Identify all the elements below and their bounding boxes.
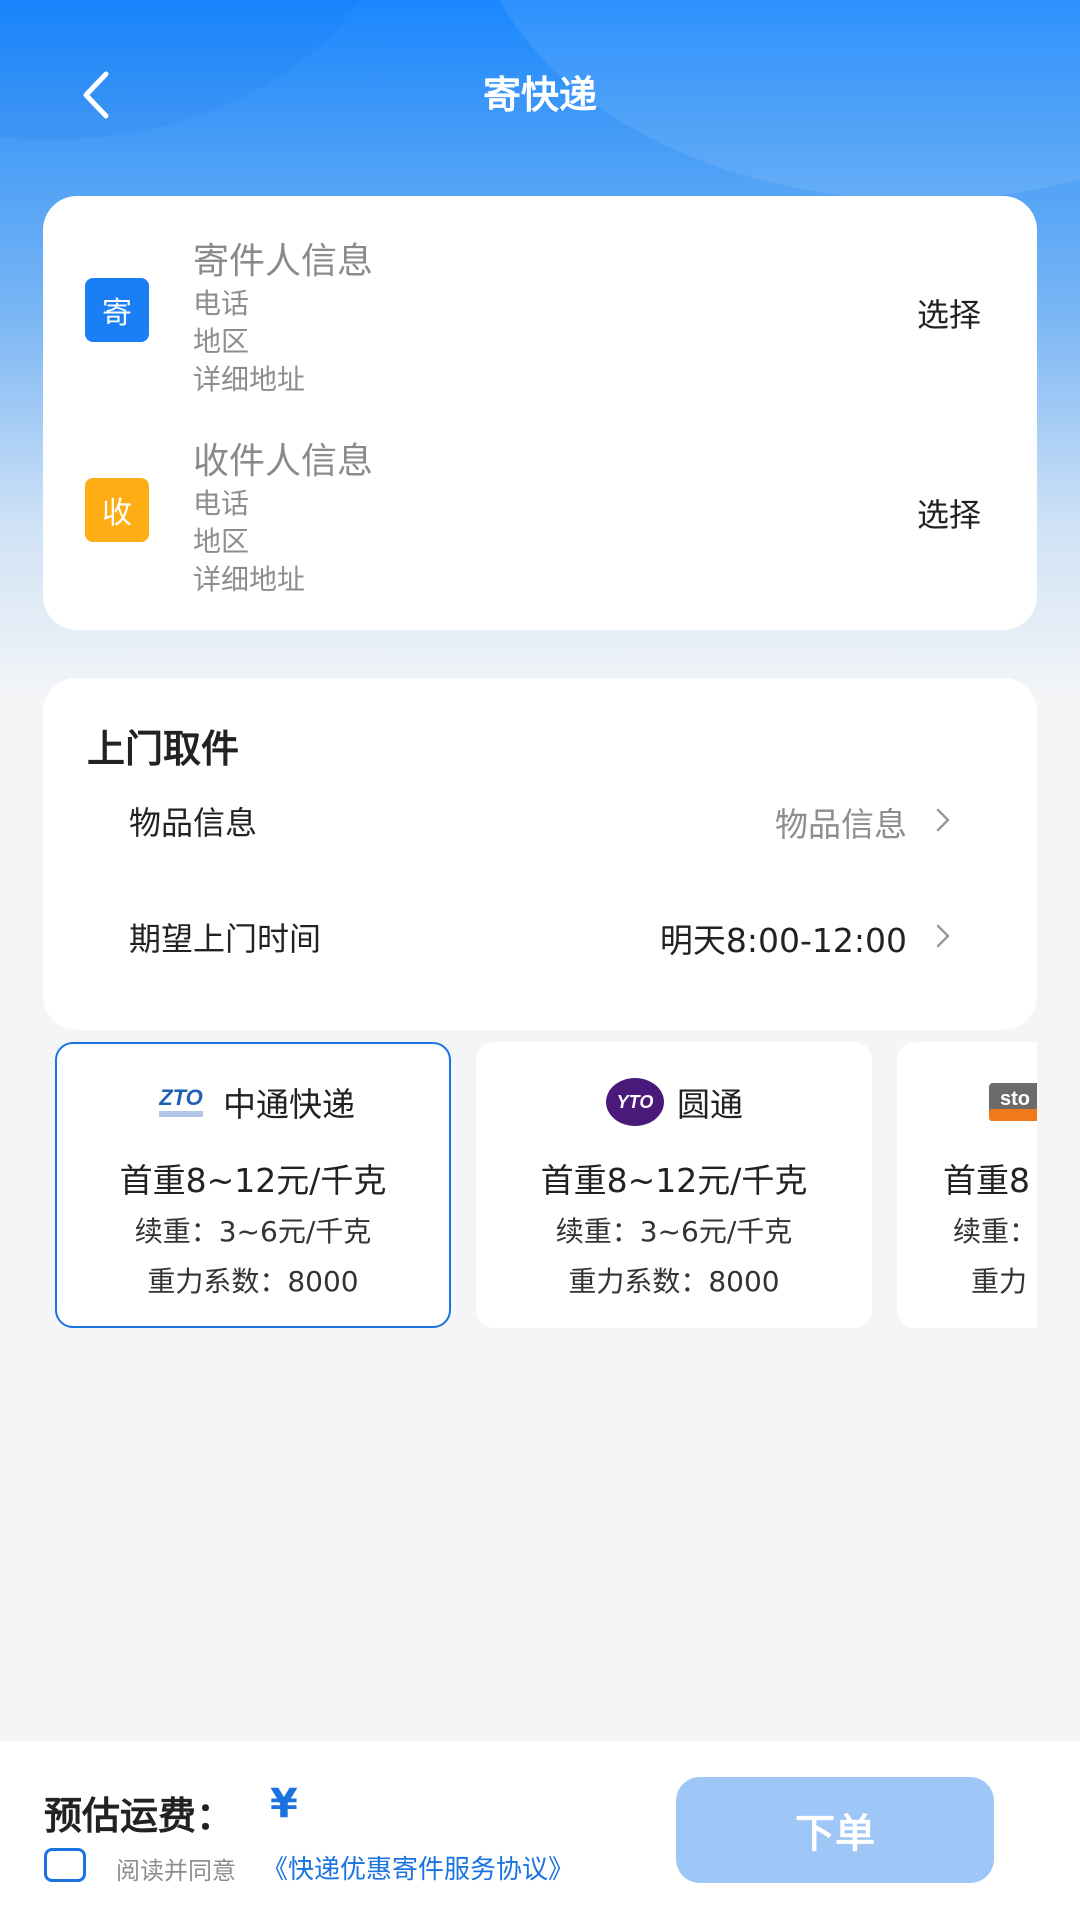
page-title: 寄快递 bbox=[482, 73, 597, 117]
carrier-first-weight: 首重8~12元/千克 bbox=[540, 1161, 808, 1200]
carrier-coefficient: 重力系数：8000 bbox=[147, 1265, 359, 1298]
carrier-extra-weight: 续重：3~6元/千克 bbox=[134, 1215, 372, 1248]
svg-text:YTO: YTO bbox=[617, 1092, 654, 1112]
agreement-text: 阅读并同意 bbox=[116, 1857, 236, 1885]
sender-region-label: 地区 bbox=[193, 325, 250, 358]
estimated-fee-label: 预估运费： bbox=[44, 1794, 235, 1838]
carrier-header: ZTO 中通快递 bbox=[57, 1074, 449, 1130]
pickup-time-row[interactable]: 期望上门时间 明天8:00-12:00 bbox=[43, 914, 1037, 974]
carrier-list[interactable]: ZTO 中通快递 首重8~12元/千克 续重：3~6元/千克 重力系数：8000… bbox=[55, 1042, 1037, 1330]
carrier-coefficient: 重力系数：8000 bbox=[568, 1265, 780, 1298]
carrier-card-yto[interactable]: YTO 圆通 首重8~12元/千克 续重：3~6元/千克 重力系数：8000 bbox=[476, 1042, 872, 1328]
pickup-card: 上门取件 物品信息 物品信息 期望上门时间 明天8:00-12:00 bbox=[43, 678, 1037, 1030]
receiver-info-row[interactable]: 收 收件人信息 电话 地区 详细地址 选择 bbox=[43, 432, 1037, 612]
item-info-value: 物品信息 bbox=[775, 805, 907, 844]
carrier-coefficient: 重力 bbox=[971, 1265, 1028, 1298]
svg-text:ZTO: ZTO bbox=[158, 1085, 203, 1110]
sender-info-row[interactable]: 寄 寄件人信息 电话 地区 详细地址 选择 bbox=[43, 232, 1037, 412]
bottom-bar: 预估运费： ¥ 阅读并同意 《快递优惠寄件服务协议》 下单 bbox=[0, 1741, 1080, 1920]
chevron-right-icon bbox=[936, 924, 950, 948]
place-order-button[interactable]: 下单 bbox=[676, 1777, 994, 1883]
receiver-badge: 收 bbox=[85, 478, 149, 542]
nav-bar: 寄快递 bbox=[0, 50, 1080, 130]
receiver-address-label: 详细地址 bbox=[193, 563, 306, 596]
pickup-time-value: 明天8:00-12:00 bbox=[659, 921, 907, 960]
item-info-row[interactable]: 物品信息 物品信息 bbox=[43, 798, 1037, 858]
carrier-name: 圆通 bbox=[677, 1085, 743, 1124]
carrier-name: 中通快递 bbox=[223, 1085, 355, 1124]
receiver-select-button[interactable]: 选择 bbox=[917, 490, 981, 536]
carrier-extra-weight: 续重：3~6元/千克 bbox=[555, 1215, 793, 1248]
sender-select-button[interactable]: 选择 bbox=[917, 290, 981, 336]
pickup-time-label: 期望上门时间 bbox=[129, 920, 322, 958]
estimated-fee-value: ¥ bbox=[270, 1781, 298, 1827]
sto-logo-icon: sto bbox=[985, 1077, 1037, 1127]
yto-logo-icon: YTO bbox=[605, 1077, 665, 1127]
carrier-card-sto[interactable]: sto 首重8 续重： 重力 bbox=[897, 1042, 1037, 1328]
receiver-phone-label: 电话 bbox=[193, 487, 250, 520]
address-card: 寄 寄件人信息 电话 地区 详细地址 选择 收 收件人信息 电话 地区 详细地址… bbox=[43, 196, 1037, 630]
pickup-title: 上门取件 bbox=[87, 727, 240, 771]
zto-logo-icon: ZTO bbox=[151, 1077, 211, 1127]
item-info-label: 物品信息 bbox=[129, 804, 258, 842]
carrier-first-weight: 首重8~12元/千克 bbox=[119, 1161, 387, 1200]
carrier-header: YTO 圆通 bbox=[478, 1074, 870, 1130]
sender-address-label: 详细地址 bbox=[193, 363, 306, 396]
agreement-checkbox[interactable] bbox=[44, 1848, 86, 1882]
agreement-link[interactable]: 《快递优惠寄件服务协议》 bbox=[262, 1849, 574, 1886]
sender-phone-label: 电话 bbox=[193, 287, 250, 320]
carrier-header: sto bbox=[899, 1074, 1037, 1130]
receiver-title: 收件人信息 bbox=[193, 441, 374, 482]
carrier-card-zto[interactable]: ZTO 中通快递 首重8~12元/千克 续重：3~6元/千克 重力系数：8000 bbox=[55, 1042, 451, 1328]
carrier-first-weight: 首重8 bbox=[943, 1161, 1030, 1200]
sender-badge: 寄 bbox=[85, 278, 149, 342]
chevron-right-icon bbox=[936, 808, 950, 832]
receiver-region-label: 地区 bbox=[193, 525, 250, 558]
carrier-extra-weight: 续重： bbox=[953, 1215, 1037, 1248]
svg-text:sto: sto bbox=[1000, 1088, 1030, 1110]
sender-title: 寄件人信息 bbox=[193, 241, 374, 282]
